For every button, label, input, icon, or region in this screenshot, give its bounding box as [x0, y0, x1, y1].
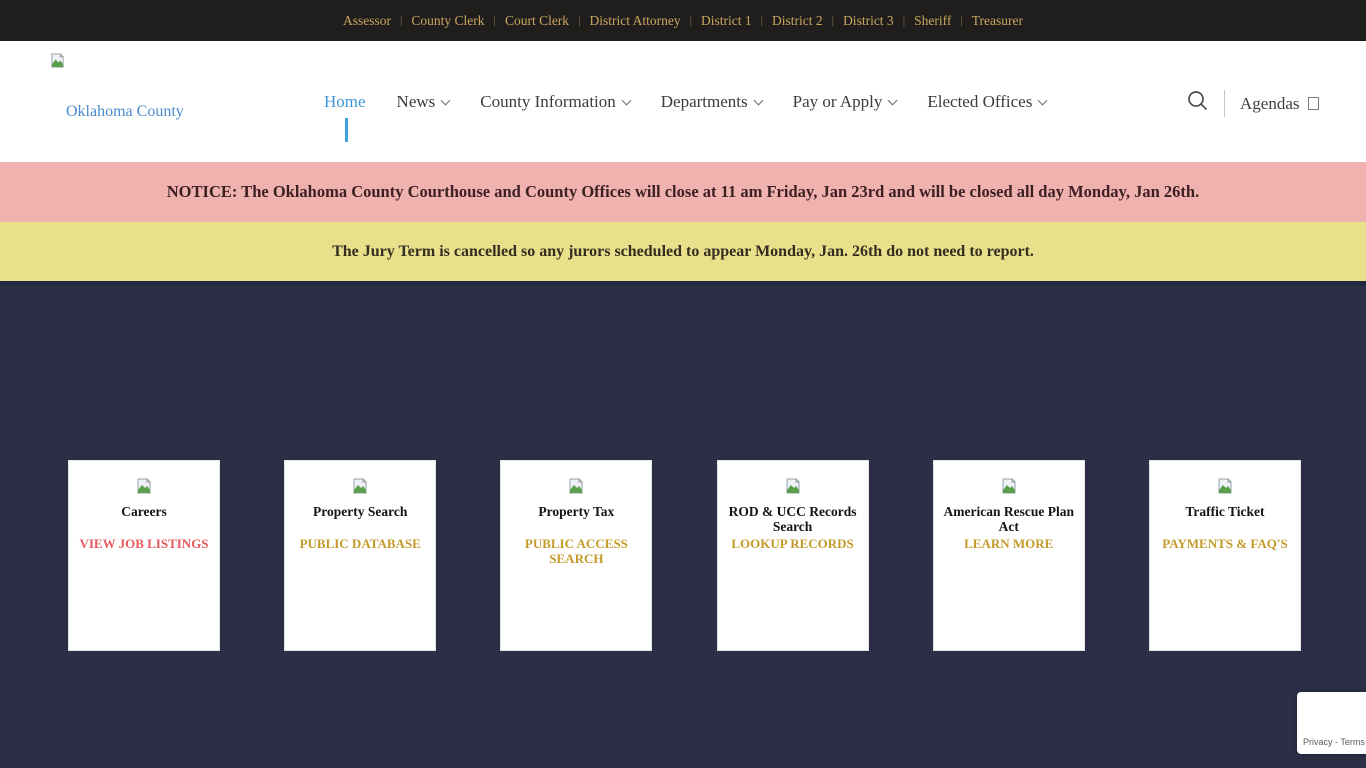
quick-links-cards: Careers VIEW JOB LISTINGS Property Searc…: [68, 460, 1301, 651]
card-american-rescue-plan[interactable]: American Rescue Plan Act LEARN MORE: [932, 460, 1085, 651]
recaptcha-privacy-terms[interactable]: Privacy - Terms: [1303, 737, 1365, 747]
topbar-link-district-2[interactable]: District 2: [763, 13, 832, 29]
card-careers[interactable]: Careers VIEW JOB LISTINGS: [68, 460, 220, 651]
nav-item-county-information[interactable]: County Information: [480, 92, 632, 112]
broken-image-icon: [568, 477, 584, 499]
nav-item-home[interactable]: Home: [324, 92, 366, 142]
card-property-search[interactable]: Property Search PUBLIC DATABASE: [284, 460, 437, 651]
broken-image-icon: [1001, 477, 1017, 499]
card-traffic-ticket[interactable]: Traffic Ticket PAYMENTS & FAQ'S: [1148, 460, 1301, 651]
chevron-down-icon: [753, 95, 764, 105]
card-rod-ucc-records[interactable]: ROD & UCC Records Search LOOKUP RECORDS: [716, 460, 869, 651]
card-link-lookup-records[interactable]: LOOKUP RECORDS: [723, 536, 861, 551]
main-content: Careers VIEW JOB LISTINGS Property Searc…: [0, 281, 1366, 768]
agendas-link[interactable]: Agendas: [1240, 94, 1299, 114]
card-title: American Rescue Plan Act: [943, 504, 1074, 534]
broken-image-icon: [785, 477, 801, 499]
chevron-down-icon: [621, 95, 632, 105]
site-title[interactable]: Oklahoma County: [66, 103, 184, 121]
topbar-link-court-clerk[interactable]: Court Clerk: [496, 13, 578, 29]
card-link-view-job-listings[interactable]: VIEW JOB LISTINGS: [71, 536, 216, 551]
header-right: Agendas: [1186, 89, 1320, 118]
card-title: Traffic Ticket: [1185, 504, 1265, 519]
jury-term-text: The Jury Term is cancelled so any jurors…: [332, 242, 1034, 260]
topbar-link-district-attorney[interactable]: District Attorney: [580, 13, 689, 29]
nav-item-label: Pay or Apply: [792, 92, 883, 111]
card-title: ROD & UCC Records Search: [728, 504, 857, 534]
topbar-link-district-1[interactable]: District 1: [692, 13, 761, 29]
card-link-public-database[interactable]: PUBLIC DATABASE: [292, 536, 429, 551]
card-title: Property Tax: [538, 504, 615, 519]
jury-term-banner: The Jury Term is cancelled so any jurors…: [0, 222, 1366, 281]
nav-item-label: County Information: [480, 92, 616, 111]
card-link-learn-more[interactable]: LEARN MORE: [956, 536, 1061, 551]
main-top-divider: [0, 281, 1366, 285]
topbar-link-county-clerk[interactable]: County Clerk: [402, 13, 493, 29]
broken-image-icon: [136, 477, 152, 499]
broken-image-icon: [50, 52, 65, 73]
card-link-payments-faqs[interactable]: PAYMENTS & FAQ'S: [1154, 536, 1295, 551]
nav-item-elected-offices[interactable]: Elected Offices: [927, 92, 1048, 112]
chevron-down-icon: [440, 95, 451, 105]
site-header: Oklahoma County Home News County Informa…: [0, 41, 1366, 162]
nav-item-label: Home: [324, 92, 366, 111]
search-icon[interactable]: [1186, 89, 1210, 118]
header-divider: [1224, 90, 1225, 117]
site-logo[interactable]: Oklahoma County: [50, 52, 184, 120]
recaptcha-badge[interactable]: Privacy - Terms: [1297, 692, 1366, 754]
missing-glyph-icon: [1308, 97, 1320, 110]
broken-image-icon: [352, 477, 368, 499]
nav-item-pay-or-apply[interactable]: Pay or Apply: [792, 92, 898, 112]
topbar-link-treasurer[interactable]: Treasurer: [963, 13, 1032, 29]
topbar: Assessor | County Clerk | Court Clerk | …: [0, 0, 1366, 41]
nav-item-label: Departments: [660, 92, 748, 111]
topbar-link-district-3[interactable]: District 3: [834, 13, 903, 29]
nav-item-label: News: [396, 92, 436, 111]
topbar-link-sheriff[interactable]: Sheriff: [905, 13, 960, 29]
closure-notice-text: NOTICE: The Oklahoma County Courthouse a…: [166, 182, 1200, 201]
topbar-link-assessor[interactable]: Assessor: [334, 13, 400, 29]
nav-item-label: Elected Offices: [927, 92, 1033, 111]
nav-item-departments[interactable]: Departments: [660, 92, 764, 112]
chevron-down-icon: [1037, 95, 1048, 105]
card-property-tax[interactable]: Property Tax PUBLIC ACCESS SEARCH: [500, 460, 653, 651]
main-nav: Home News County Information Departments…: [324, 92, 1048, 142]
active-tab-indicator: [344, 118, 348, 142]
nav-item-news[interactable]: News: [396, 92, 451, 112]
card-title: Careers: [121, 504, 167, 519]
broken-image-icon: [1217, 477, 1233, 499]
chevron-down-icon: [887, 95, 898, 105]
card-title: Property Search: [313, 504, 408, 519]
closure-notice-banner: NOTICE: The Oklahoma County Courthouse a…: [0, 162, 1366, 222]
card-link-public-access-search[interactable]: PUBLIC ACCESS SEARCH: [501, 536, 651, 566]
